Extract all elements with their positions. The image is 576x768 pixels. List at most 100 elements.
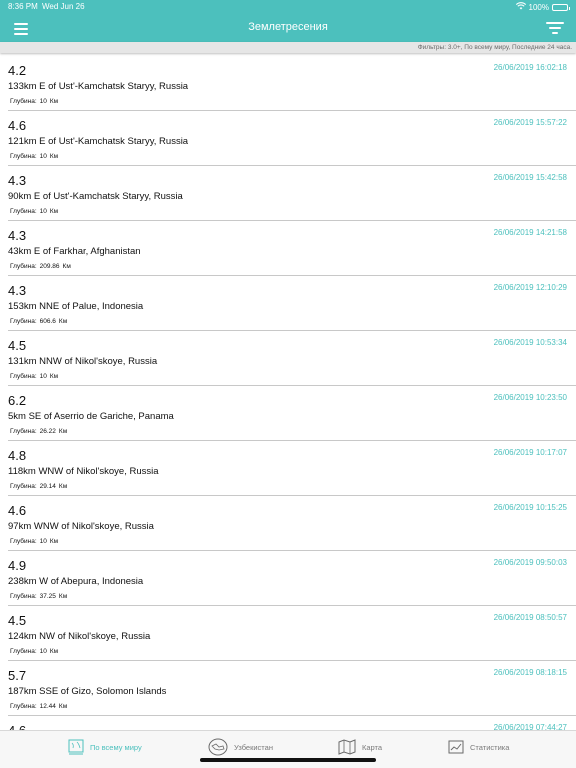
wifi-icon — [515, 2, 526, 12]
event-depth: Глубина: 37.25 Км — [10, 593, 67, 600]
list-item[interactable]: 4.6 26/06/2019 07:44:27 — [8, 716, 576, 730]
event-depth: Глубина: 26.22 Км — [10, 428, 67, 435]
event-location: 153km NNE of Palue, Indonesia — [8, 301, 144, 312]
tab-map[interactable]: Карта — [338, 737, 382, 757]
magnitude: 5.7 — [8, 668, 27, 683]
depth-value: 10 — [39, 373, 47, 380]
event-depth: Глубина: 10 Км — [10, 538, 58, 545]
magnitude: 4.3 — [8, 283, 27, 298]
event-location: 121km E of Ust'-Kamchatsk Staryy, Russia — [8, 136, 189, 147]
depth-unit: Км — [58, 593, 68, 600]
home-indicator — [200, 758, 376, 762]
magnitude: 4.8 — [8, 448, 27, 463]
event-time: 26/06/2019 10:17:07 — [493, 448, 567, 457]
depth-value: 606.6 — [39, 318, 56, 325]
tab-statistics[interactable]: Статистика — [448, 737, 509, 757]
event-time: 26/06/2019 10:23:50 — [493, 393, 567, 402]
depth-unit: Км — [58, 318, 68, 325]
depth-label: Глубина: — [10, 428, 37, 435]
tab-uzbekistan[interactable]: Узбекистан — [208, 737, 273, 757]
depth-value: 29.14 — [39, 483, 56, 490]
list-item[interactable]: 4.6 26/06/2019 15:57:22 121km E of Ust'-Ka… — [8, 111, 576, 166]
event-depth: Глубина: 10 Км — [10, 648, 58, 655]
list-item[interactable]: 4.3 26/06/2019 15:42:58 90km E of Ust'-Kam… — [8, 166, 576, 221]
region-icon — [208, 738, 228, 756]
map-icon — [338, 739, 356, 755]
list-item[interactable]: 4.5 26/06/2019 10:53:34 131km NNW of Nikol… — [8, 331, 576, 386]
depth-label: Глубина: — [10, 593, 37, 600]
battery-icon — [552, 3, 570, 11]
event-time: 26/06/2019 10:15:25 — [493, 503, 567, 512]
globe-icon — [68, 739, 84, 755]
event-time: 26/06/2019 15:42:58 — [493, 173, 567, 182]
event-time: 26/06/2019 14:21:58 — [493, 228, 567, 237]
list-item[interactable]: 4.2 26/06/2019 16:02:18 133km E of Ust'-Ka… — [8, 56, 576, 111]
depth-label: Глубина: — [10, 648, 37, 655]
event-time: 26/06/2019 08:18:15 — [493, 668, 567, 677]
list-item[interactable]: 4.3 26/06/2019 12:10:29 153km NNE of Palue… — [8, 276, 576, 331]
filter-summary: Фильтры: 3.0+, По всему миру, Последние … — [0, 42, 576, 53]
event-depth: Глубина: 10 Км — [10, 98, 58, 105]
battery-percent: 100% — [528, 2, 549, 12]
status-bar: 8:36 PM Wed Jun 26 100% — [0, 0, 576, 14]
event-time: 26/06/2019 15:57:22 — [493, 118, 567, 127]
event-time: 26/06/2019 09:50:03 — [493, 558, 567, 567]
depth-label: Глубина: — [10, 538, 37, 545]
magnitude: 4.3 — [8, 228, 27, 243]
tab-label: По всему миру — [90, 742, 142, 752]
status-right: 100% — [515, 2, 570, 12]
status-date: Wed Jun 26 — [42, 2, 85, 11]
depth-label: Глубина: — [10, 98, 37, 105]
chart-icon — [448, 740, 464, 754]
event-depth: Глубина: 29.14 Км — [10, 483, 67, 490]
nav-bar: Землетресения — [0, 14, 576, 42]
event-location: 90km E of Ust'-Kamchatsk Staryy, Russia — [8, 191, 183, 202]
depth-label: Глубина: — [10, 153, 37, 160]
magnitude: 4.6 — [8, 118, 27, 133]
depth-unit: Км — [58, 483, 68, 490]
magnitude: 4.2 — [8, 63, 27, 78]
depth-label: Глубина: — [10, 208, 37, 215]
list-item[interactable]: 4.3 26/06/2019 14:21:58 43km E of Farkhar,… — [8, 221, 576, 276]
event-location: 133km E of Ust'-Kamchatsk Staryy, Russia — [8, 81, 189, 92]
tab-label: Карта — [362, 742, 383, 752]
list-item[interactable]: 4.8 26/06/2019 10:17:07 118km WNW of Nikol… — [8, 441, 576, 496]
tab-bar: По всему миру Узбекистан Карта Статистик… — [0, 730, 576, 768]
event-location: 43km E of Farkhar, Afghanistan — [8, 246, 141, 257]
depth-value: 10 — [39, 153, 47, 160]
event-depth: Глубина: 12.44 Км — [10, 703, 67, 710]
event-depth: Глубина: 10 Км — [10, 208, 58, 215]
depth-label: Глубина: — [10, 373, 37, 380]
list-item[interactable]: 4.6 26/06/2019 10:15:25 97km WNW of Nikol'… — [8, 496, 576, 551]
list-item[interactable]: 5.7 26/06/2019 08:18:15 187km SSE of Gizo,… — [8, 661, 576, 716]
depth-value: 209.86 — [39, 263, 60, 270]
list-item[interactable]: 4.9 26/06/2019 09:50:03 238km W of Abepura… — [8, 551, 576, 606]
depth-value: 12.44 — [39, 703, 56, 710]
depth-value: 10 — [39, 538, 47, 545]
depth-label: Глубина: — [10, 483, 37, 490]
depth-label: Глубина: — [10, 263, 37, 270]
event-location: 238km W of Abepura, Indonesia — [8, 576, 144, 587]
magnitude: 4.6 — [8, 503, 27, 518]
earthquake-list[interactable]: 4.2 26/06/2019 16:02:18 133km E of Ust'-Ka… — [0, 56, 576, 730]
depth-unit: Км — [49, 538, 59, 545]
event-location: 187km SSE of Gizo, Solomon Islands — [8, 686, 167, 697]
event-location: 5km SE of Aserrio de Gariche, Panama — [8, 411, 174, 422]
event-time: 26/06/2019 08:50:57 — [493, 613, 567, 622]
depth-value: 10 — [39, 98, 47, 105]
list-item[interactable]: 6.2 26/06/2019 10:23:50 5km SE of Aserrio … — [8, 386, 576, 441]
event-depth: Глубина: 10 Км — [10, 153, 58, 160]
filter-icon[interactable] — [546, 22, 564, 35]
magnitude: 4.6 — [8, 723, 26, 730]
event-location: 97km WNW of Nikol'skoye, Russia — [8, 521, 154, 532]
depth-unit: Км — [58, 428, 68, 435]
depth-unit: Км — [49, 373, 59, 380]
list-item[interactable]: 4.5 26/06/2019 08:50:57 124km NW of Nikol'… — [8, 606, 576, 661]
depth-unit: Км — [49, 98, 59, 105]
depth-unit: Км — [49, 153, 59, 160]
depth-value: 10 — [39, 648, 47, 655]
tab-label: Узбекистан — [234, 742, 273, 752]
event-time: 26/06/2019 10:53:34 — [493, 338, 567, 347]
tab-worldwide[interactable]: По всему миру — [68, 737, 142, 757]
event-time: 26/06/2019 12:10:29 — [493, 283, 567, 292]
